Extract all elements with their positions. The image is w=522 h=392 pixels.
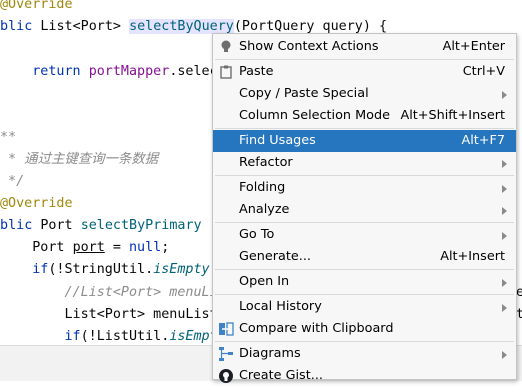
code-line[interactable]: Port port = null; (0, 237, 169, 259)
code-token: /** (0, 130, 17, 145)
menu-separator (215, 341, 514, 342)
menu-item-folding[interactable]: Folding (213, 177, 516, 199)
menu-item-label: Go To (239, 227, 275, 242)
code-token: (!ListUtil. (80, 329, 170, 344)
menu-item-local-history[interactable]: Local History (213, 296, 516, 318)
menu-item-shortcut: Alt+Shift+Insert (400, 108, 505, 123)
code-token: List<Port> menuList (0, 307, 218, 322)
code-line[interactable]: /** (0, 127, 16, 149)
menu-item-refactor[interactable]: Refactor (213, 152, 516, 174)
code-token: (!StringUtil. (48, 262, 154, 277)
menu-item-compare-with-clipboard[interactable]: Compare with Clipboard (213, 318, 516, 340)
menu-item-show-context-actions[interactable]: Show Context Actions Alt+Enter (213, 36, 516, 58)
code-line[interactable]: ublic Port selectByPrimary (0, 215, 202, 237)
code-token: @Override (0, 0, 73, 12)
code-token: //List<Port> menuLi (64, 285, 218, 300)
menu-item-label: Generate... (239, 249, 311, 264)
code-line[interactable]: return portMapper.selec (0, 61, 218, 83)
menu-item-create-gist[interactable]: Create Gist... (213, 365, 516, 387)
code-line[interactable]: * 通过主键查询一条数据 (0, 149, 158, 171)
code-line[interactable]: @Override (0, 193, 73, 215)
menu-item-label: Column Selection Mode (239, 108, 390, 123)
menu-item-find-usages[interactable]: Find Usages Alt+F7 (213, 130, 516, 152)
menu-item-diagrams[interactable]: Diagrams (213, 343, 516, 365)
menu-separator (215, 294, 514, 295)
compare-icon (218, 321, 234, 337)
code-line[interactable]: @Override (0, 0, 73, 16)
menu-separator (215, 175, 514, 176)
menu-item-generate[interactable]: Generate... Alt+Insert (213, 246, 516, 268)
code-token: = (104, 240, 129, 255)
menu-item-analyze[interactable]: Analyze (213, 199, 516, 221)
diagram-icon (218, 346, 234, 362)
code-token: Port (40, 218, 81, 233)
menu-item-column-selection-mode[interactable]: Column Selection Mode Alt+Shift+Insert (213, 105, 516, 127)
code-token: isEmpt (169, 329, 218, 344)
code-token: if (64, 329, 81, 344)
menu-item-label: Copy / Paste Special (239, 86, 369, 101)
context-menu: Show Context Actions Alt+Enter Paste Ctrl+V… (212, 33, 517, 383)
code-token: ; (161, 240, 170, 255)
code-token: isEmpty (153, 262, 210, 277)
code-token: Port (0, 240, 73, 255)
code-line[interactable]: List<Port> menuList (0, 304, 218, 326)
menu-item-open-in[interactable]: Open In (213, 271, 516, 293)
submenu-arrow-icon (502, 304, 507, 312)
code-token: port (72, 240, 105, 255)
menu-item-go-to[interactable]: Go To (213, 224, 516, 246)
submenu-arrow-icon (502, 279, 507, 287)
code-token: * 通过主键查询一条数据 (0, 152, 159, 167)
menu-item-label: Folding (239, 180, 286, 195)
code-token: ublic (0, 218, 33, 233)
code-token: null (129, 240, 162, 255)
code-token: portMapper (88, 64, 170, 79)
code-token: .selec (169, 64, 218, 79)
submenu-arrow-icon (502, 160, 507, 168)
menu-item-paste[interactable]: Paste Ctrl+V (213, 61, 516, 83)
menu-separator (215, 222, 514, 223)
code-token: return (32, 64, 89, 79)
code-token: if (32, 262, 49, 277)
submenu-arrow-icon (502, 351, 507, 359)
code-token: ublic (0, 19, 33, 34)
menu-item-label: Paste (239, 64, 274, 79)
lightbulb-icon (218, 39, 234, 55)
code-line[interactable]: //List<Port> menuLi (0, 282, 218, 304)
github-icon (218, 368, 234, 384)
menu-item-label: Analyze (239, 202, 290, 217)
menu-item-label: Create Gist... (239, 368, 323, 383)
code-token: selectByQuery (129, 19, 234, 34)
code-line[interactable]: if(!StringUtil.isEmpty( (0, 259, 217, 281)
code-token: (PortQuery query) { (233, 19, 388, 34)
menu-item-label: Local History (239, 299, 322, 314)
submenu-arrow-icon (502, 91, 507, 99)
code-token: List<Port> (40, 19, 130, 34)
menu-separator (215, 59, 514, 60)
submenu-arrow-icon (502, 232, 507, 240)
menu-item-shortcut: Alt+F7 (461, 133, 505, 148)
submenu-arrow-icon (502, 207, 507, 215)
code-token: */ (0, 174, 25, 189)
menu-item-label: Compare with Clipboard (239, 321, 394, 336)
menu-item-label: Find Usages (239, 133, 316, 148)
menu-separator (215, 128, 514, 129)
menu-item-label: Diagrams (239, 346, 301, 361)
menu-separator (215, 269, 514, 270)
code-token: @Override (0, 196, 73, 211)
menu-item-copy-paste-special[interactable]: Copy / Paste Special (213, 83, 516, 105)
menu-item-label: Refactor (239, 155, 293, 170)
menu-item-label: Show Context Actions (239, 39, 379, 54)
submenu-arrow-icon (502, 185, 507, 193)
code-line[interactable]: */ (0, 171, 24, 193)
code-token: selectByPrimary (80, 218, 202, 233)
menu-item-label: Open In (239, 274, 290, 289)
clipboard-icon (218, 64, 234, 80)
menu-item-shortcut: Alt+Enter (442, 39, 505, 54)
menu-item-shortcut: Ctrl+V (462, 64, 505, 79)
menu-item-shortcut: Alt+Insert (440, 249, 505, 264)
